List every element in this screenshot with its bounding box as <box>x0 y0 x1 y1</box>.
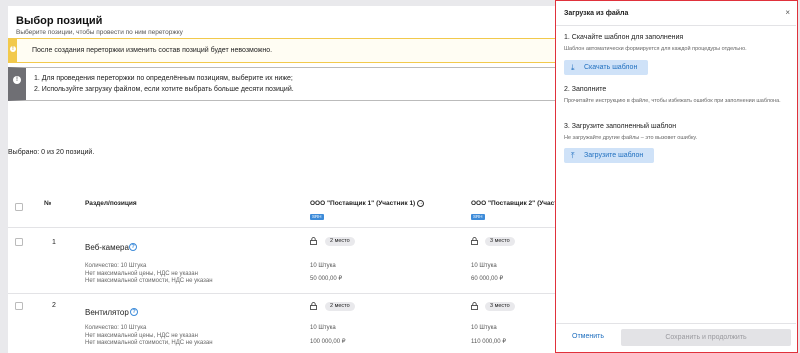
dialog-title: Загрузка из файла <box>564 10 629 17</box>
lock-icon <box>310 302 317 310</box>
lock-icon <box>310 237 317 245</box>
supplier-2-price: 60 000,00 ₽ <box>471 276 504 282</box>
dialog-divider <box>556 25 796 26</box>
dialog-footer-divider <box>556 323 796 324</box>
table-divider <box>8 227 568 228</box>
help-icon[interactable]: ? <box>129 243 137 251</box>
row-divider <box>8 293 568 294</box>
supplier-2-qty: 10 Штука <box>471 325 497 331</box>
cancel-button[interactable]: Отменить <box>572 333 604 340</box>
position-max-price: Нет максимальной цены, НДС не указан <box>85 270 198 277</box>
place-badge: 2 место <box>325 302 355 311</box>
supplier-1-price: 50 000,00 ₽ <box>310 276 343 282</box>
row-checkbox[interactable] <box>15 238 23 246</box>
warning-icon: ! <box>10 46 16 52</box>
help-icon[interactable]: ? <box>130 308 138 316</box>
step-1-hint: Шаблон автоматически формируется для каж… <box>564 46 747 52</box>
position-quantity: Количество: 10 Штука <box>85 325 147 331</box>
supplier-1-price: 100 000,00 ₽ <box>310 339 346 345</box>
select-all-checkbox[interactable] <box>15 203 23 211</box>
info-line-2: 2. Используйте загрузку файлом, если хот… <box>34 86 294 93</box>
step-3-title: 3. Загрузите заполненный шаблон <box>564 123 677 130</box>
warning-alert: ! После создания переторжки изменить сос… <box>8 38 568 63</box>
supplier-1-name: ООО "Поставщик 1" (Участник 1) <box>310 200 416 208</box>
position-max-cost: Нет максимальной стоимости, НДС не указа… <box>85 340 213 346</box>
position-max-price: Нет максимальной цены, НДС не указан <box>85 332 198 339</box>
page-title: Выбор позиций <box>16 15 103 27</box>
info-icon: ! <box>13 76 21 84</box>
download-template-label: Скачать шаблон <box>584 64 638 71</box>
position-max-cost: Нет максимальной стоимости, НДС не указа… <box>85 278 213 284</box>
supplier-2-qty: 10 Штука <box>471 263 497 269</box>
selected-count: Выбрано: 0 из 20 позиций. <box>8 149 95 156</box>
column-header-section[interactable]: Раздел/позиция <box>85 200 137 207</box>
arrow-right-icon[interactable]: → <box>417 200 425 207</box>
info-alert: ! 1. Для проведения переторжки по опреде… <box>8 67 568 101</box>
warning-text: После создания переторжки изменить соста… <box>32 47 273 54</box>
column-header-supplier-1: ООО "Поставщик 1" (Участник 1) → <box>310 200 425 208</box>
lock-icon <box>471 302 478 310</box>
supplier-1-qty: 10 Штука <box>310 263 336 269</box>
place-badge: 3 место <box>485 237 515 246</box>
supplier-1-badge: SRH <box>310 214 324 220</box>
place-badge: 2 место <box>325 237 355 246</box>
upload-template-button[interactable]: ⤒ Загрузите шаблон <box>564 148 654 163</box>
position-quantity: Количество: 10 Штука <box>85 263 147 269</box>
row-number: 1 <box>52 239 56 246</box>
upload-template-label: Загрузите шаблон <box>584 152 644 159</box>
step-1-title: 1. Скачайте шаблон для заполнения <box>564 34 684 41</box>
page-subtitle: Выберите позиции, чтобы провести по ним … <box>16 29 183 36</box>
row-number: 2 <box>52 302 56 309</box>
info-line-1: 1. Для проведения переторжки по определё… <box>34 75 293 82</box>
supplier-1-qty: 10 Штука <box>310 325 336 331</box>
position-name: Веб-камера <box>85 243 129 252</box>
position-meta: Количество: 10 Штука Нет максимальной це… <box>85 325 213 348</box>
column-header-supplier-2: ООО "Поставщик 2" (Участн <box>471 200 562 207</box>
step-2-title: 2. Заполните <box>564 86 607 93</box>
supplier-2-badge: SRH <box>471 214 485 220</box>
step-2-hint: Прочитайте инструкцию в файле, чтобы изб… <box>564 98 781 104</box>
step-3-hint: Не загружайте другие файлы – это вызовет… <box>564 135 698 141</box>
close-icon[interactable]: × <box>785 8 790 17</box>
row-checkbox[interactable] <box>15 302 23 310</box>
upload-icon: ⤒ <box>571 151 575 160</box>
download-icon: ⤓ <box>571 63 575 72</box>
supplier-2-price: 110 000,00 ₽ <box>471 339 507 345</box>
place-badge: 3 место <box>485 302 515 311</box>
save-and-continue-button[interactable]: Сохранить и продолжить <box>621 329 791 346</box>
position-name: Вентилятор <box>85 308 129 317</box>
column-header-num: № <box>44 200 52 207</box>
lock-icon <box>471 237 478 245</box>
upload-dialog: Загрузка из файла × 1. Скачайте шаблон д… <box>555 0 798 353</box>
download-template-button[interactable]: ⤓ Скачать шаблон <box>564 60 648 75</box>
position-meta: Количество: 10 Штука Нет максимальной це… <box>85 263 213 286</box>
